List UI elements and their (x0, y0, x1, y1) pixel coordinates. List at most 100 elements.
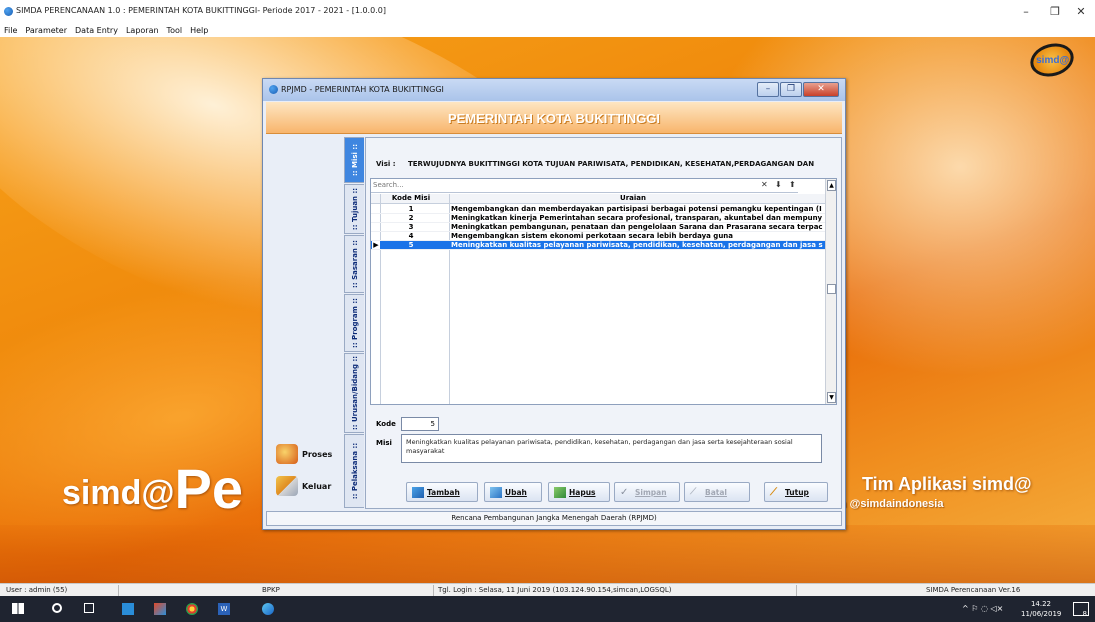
table-row[interactable]: 3 Meningkatkan pembangunan, penataan dan… (371, 223, 826, 232)
minimize-button[interactable]: – (1011, 4, 1041, 20)
brand-tim-aplikasi: Tim Aplikasi simd@ (862, 474, 1032, 494)
tab-program[interactable]: :: Program :: (344, 294, 364, 352)
status-login: Tgl. Login : Selasa, 11 Juni 2019 (103.1… (438, 586, 672, 594)
status-user: User : admin (55) (6, 586, 68, 594)
scroll-up-icon[interactable]: ▲ (827, 180, 836, 191)
grid-scrollbar[interactable]: ▲ ▼ (825, 179, 836, 404)
grid-header: Kode Misi Uraian (371, 194, 826, 204)
row-pointer-icon: ▶ (372, 241, 380, 249)
side-panel: Proses Keluar (266, 135, 345, 507)
menu-laporan[interactable]: Laporan (122, 24, 163, 37)
file-explorer-icon[interactable] (122, 603, 134, 615)
tambah-button[interactable]: Tambah (406, 482, 478, 502)
tab-sasaran[interactable]: :: Sasaran :: (344, 235, 364, 293)
cancel-icon: ⟋ (690, 487, 697, 497)
rpjmd-dialog: RPJMD - PEMERINTAH KOTA BUKITTINGGI – ❐ … (262, 78, 846, 530)
tab-pelaksana[interactable]: :: Pelaksana :: (344, 434, 364, 508)
cell-kode: 3 (408, 223, 414, 231)
windows-start-icon[interactable] (12, 603, 24, 614)
close-button[interactable]: ✕ (1066, 4, 1095, 20)
dialog-app-icon (269, 85, 278, 94)
col-uraian[interactable]: Uraian (453, 194, 813, 202)
check-icon: ✓ (620, 487, 629, 498)
table-row[interactable]: 1 Mengembangkan dan memberdayakan partis… (371, 205, 826, 214)
visi-row: Visi : TERWUJUDNYA BUKITTINGGI KOTA TUJU… (376, 160, 814, 168)
dialog-header: PEMERINTAH KOTA BUKITTINGGI (266, 102, 842, 134)
tab-urusan-bidang[interactable]: :: Urusan/Bidang :: (344, 353, 364, 433)
menu-data-entry[interactable]: Data Entry (71, 24, 122, 37)
dialog-maximize-button[interactable]: ❐ (780, 82, 802, 97)
menu-tool[interactable]: Tool (163, 24, 187, 37)
dialog-minimize-button[interactable]: – (757, 82, 779, 97)
system-tray-icons[interactable]: ^ ⚐ ◌ ◁× (962, 604, 1003, 613)
simpan-button[interactable]: ✓ Simpan (614, 482, 680, 502)
dialog-header-title: PEMERINTAH KOTA BUKITTINGGI (447, 111, 661, 126)
scroll-thumb[interactable] (827, 284, 836, 294)
delete-icon (554, 487, 566, 498)
window-title: SIMDA PERENCANAAN 1.0 : PEMERINTAH KOTA … (16, 6, 386, 15)
keluar-button[interactable]: Keluar (276, 473, 342, 501)
misi-panel: Visi : TERWUJUDNYA BUKITTINGGI KOTA TUJU… (365, 137, 842, 509)
cell-uraian: Meningkatkan pembangunan, penataan dan p… (451, 223, 823, 231)
tutup-button[interactable]: ⟋ Tutup (764, 482, 828, 502)
dialog-title-bar: RPJMD - PEMERINTAH KOTA BUKITTINGGI – ❐ … (263, 79, 845, 101)
tab-tujuan[interactable]: :: Tujuan :: (344, 184, 364, 234)
vertical-tabs: :: Misi :: :: Tujuan :: :: Sasaran :: ::… (343, 137, 365, 509)
cell-uraian: Meningkatkan kualitas pelayanan pariwisa… (451, 241, 823, 249)
chrome-icon[interactable] (186, 603, 198, 615)
search-tools: ✕ ⬇ ⬆ (755, 179, 825, 193)
clock-date: 11/06/2019 (1021, 610, 1062, 618)
gears-icon (276, 444, 298, 464)
table-row[interactable]: 2 Meningkatkan kinerja Pemerintahan seca… (371, 214, 826, 223)
dialog-title: RPJMD - PEMERINTAH KOTA BUKITTINGGI (281, 85, 444, 94)
word-icon[interactable]: W (218, 603, 230, 615)
table-row[interactable]: 4 Mengembangkan sistem ekonomi perkotaan… (371, 232, 826, 241)
arrow-down-icon[interactable]: ⬇ (775, 180, 782, 189)
clear-search-icon[interactable]: ✕ (761, 180, 768, 189)
cell-kode: 2 (408, 214, 414, 222)
simda-taskbar-icon[interactable] (262, 603, 274, 615)
brand-simda: simd@Pe (62, 457, 244, 520)
taskbar-clock[interactable]: 14.22 11/06/2019 (1021, 599, 1061, 619)
proses-button[interactable]: Proses (276, 441, 342, 469)
scroll-down-icon[interactable]: ▼ (827, 392, 836, 403)
notification-center-icon[interactable]: 8 (1073, 602, 1089, 618)
edit-icon (490, 487, 502, 498)
menu-help[interactable]: Help (186, 24, 212, 37)
visi-label: Visi : (376, 160, 396, 168)
kode-field[interactable]: 5 (401, 417, 439, 431)
arrow-up-icon[interactable]: ⬆ (789, 180, 796, 189)
status-version: SIMDA Perencanaan Ver.16 (926, 586, 1021, 594)
visi-text: TERWUJUDNYA BUKITTINGGI KOTA TUJUAN PARI… (407, 160, 815, 168)
status-org: BPKP (262, 586, 280, 594)
batal-button[interactable]: ⟋ Batal (684, 482, 750, 502)
menu-bar: File Parameter Data Entry Laporan Tool Help (0, 24, 1095, 37)
cell-kode: 1 (408, 205, 414, 213)
menu-parameter[interactable]: Parameter (21, 24, 71, 37)
misi-field[interactable]: Meningkatkan kualitas pelayanan pariwisa… (401, 434, 822, 463)
cell-kode: 5 (408, 241, 414, 249)
cell-uraian: Meningkatkan kinerja Pemerintahan secara… (451, 214, 823, 222)
hapus-button[interactable]: Hapus (548, 482, 610, 502)
add-icon (412, 487, 424, 498)
status-divider (118, 585, 119, 596)
os-taskbar: W ^ ⚐ ◌ ◁× 14.22 11/06/2019 8 (0, 596, 1095, 622)
broom-icon: ⟋ (770, 487, 777, 498)
col-kode-misi[interactable]: Kode Misi (381, 194, 441, 202)
status-divider (433, 585, 434, 596)
misi-grid: ✕ ⬇ ⬆ Kode Misi Uraian 1 Mengembangkan d… (370, 178, 837, 405)
main-title-bar: SIMDA PERENCANAAN 1.0 : PEMERINTAH KOTA … (0, 0, 1095, 24)
dialog-close-button[interactable]: ✕ (803, 82, 839, 97)
tab-misi[interactable]: :: Misi :: (344, 137, 364, 183)
ubah-button[interactable]: Ubah (484, 482, 542, 502)
app-icon[interactable] (154, 603, 166, 615)
bg-band (0, 525, 1095, 583)
cell-uraian: Mengembangkan dan memberdayakan partisip… (451, 205, 822, 213)
table-row-selected[interactable]: ▶ 5 Meningkatkan kualitas pelayanan pari… (371, 241, 826, 250)
cell-uraian: Mengembangkan sistem ekonomi perkotaan s… (451, 232, 734, 240)
search-input[interactable] (371, 179, 751, 191)
misi-label: Misi (376, 439, 392, 447)
search-icon[interactable] (52, 603, 62, 613)
menu-file[interactable]: File (0, 24, 21, 37)
task-view-icon[interactable] (84, 603, 94, 613)
